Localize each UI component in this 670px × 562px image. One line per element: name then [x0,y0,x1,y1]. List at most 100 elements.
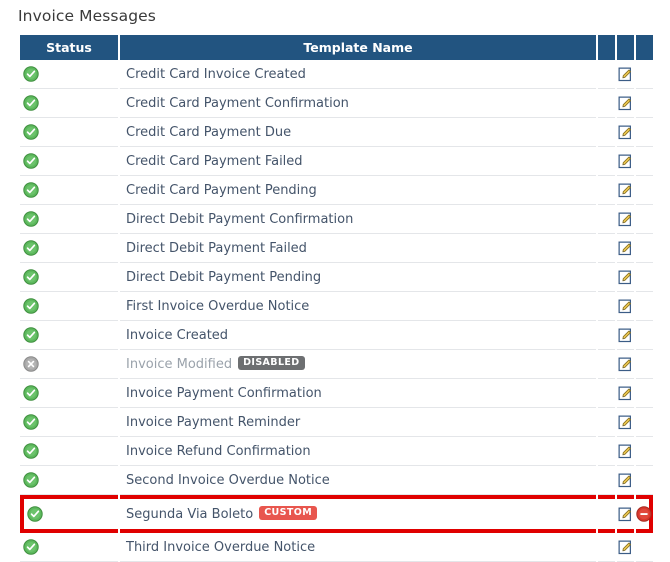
edit-action-cell[interactable] [617,118,634,147]
column-header-template-name[interactable]: Template Name [120,35,596,60]
edit-icon[interactable] [618,299,633,314]
status-cell[interactable] [20,60,118,89]
template-name-cell[interactable]: Direct Debit Payment Confirmation [120,205,596,234]
status-cell[interactable] [20,263,118,292]
edit-action-cell[interactable] [617,234,634,263]
template-name-cell[interactable]: Credit Card Payment Pending [120,176,596,205]
template-name-cell[interactable]: Invoice Modified DISABLED [120,350,596,379]
edit-icon[interactable] [618,183,633,198]
template-name-cell[interactable]: Invoice Payment Confirmation [120,379,596,408]
edit-action-cell[interactable] [617,147,634,176]
delete-action-cell [636,234,653,263]
template-name-cell[interactable]: First Invoice Overdue Notice [120,292,596,321]
column-header-status[interactable]: Status [20,35,118,60]
template-name-cell[interactable]: Credit Card Payment Confirmation [120,89,596,118]
table-row[interactable]: Invoice Refund Confirmation [20,437,653,466]
edit-icon[interactable] [618,241,633,256]
edit-action-cell[interactable] [617,263,634,292]
status-cell[interactable] [20,234,118,263]
edit-icon[interactable] [618,415,633,430]
status-cell[interactable] [20,408,118,437]
template-name-cell[interactable]: Credit Card Payment Failed [120,147,596,176]
edit-action-cell[interactable] [617,350,634,379]
table-row[interactable]: Direct Debit Payment Failed [20,234,653,263]
edit-action-cell[interactable] [617,533,634,562]
table-row[interactable]: Credit Card Invoice Created [20,60,653,89]
delete-action-cell[interactable] [636,495,653,533]
edit-action-cell[interactable] [617,379,634,408]
edit-icon[interactable] [618,96,633,111]
edit-action-cell[interactable] [617,408,634,437]
template-name-label: Credit Card Payment Due [126,124,292,140]
edit-action-cell[interactable] [617,495,634,533]
template-name-cell[interactable]: Invoice Refund Confirmation [120,437,596,466]
edit-action-cell[interactable] [617,205,634,234]
status-cell[interactable] [20,292,118,321]
spacer-cell [598,118,615,147]
edit-icon[interactable] [618,328,633,343]
template-name-cell[interactable]: Segunda Via Boleto CUSTOM [120,495,596,533]
table-row[interactable]: Invoice Created [20,321,653,350]
template-name-cell[interactable]: Direct Debit Payment Pending [120,263,596,292]
edit-icon[interactable] [618,357,633,372]
edit-icon[interactable] [618,444,633,459]
template-name-cell[interactable]: Invoice Created [120,321,596,350]
status-cell[interactable] [20,147,118,176]
edit-icon[interactable] [618,386,633,401]
template-name-cell[interactable]: Credit Card Payment Due [120,118,596,147]
edit-action-cell[interactable] [617,60,634,89]
template-name-cell[interactable]: Second Invoice Overdue Notice [120,466,596,495]
table-row[interactable]: Credit Card Payment Confirmation [20,89,653,118]
template-name-label: Direct Debit Payment Failed [126,240,307,256]
table-row[interactable]: First Invoice Overdue Notice [20,292,653,321]
spacer-cell [598,147,615,176]
status-cell[interactable] [20,379,118,408]
status-cell[interactable] [20,176,118,205]
status-cell[interactable] [20,321,118,350]
edit-icon[interactable] [618,473,633,488]
table-row[interactable]: Invoice Payment Confirmation [20,379,653,408]
status-cell[interactable] [20,205,118,234]
table-row[interactable]: Invoice Modified DISABLED [20,350,653,379]
check-circle-icon [23,240,39,256]
edit-icon[interactable] [618,67,633,82]
spacer-cell [598,408,615,437]
template-name-cell[interactable]: Direct Debit Payment Failed [120,234,596,263]
status-cell[interactable] [20,89,118,118]
edit-icon[interactable] [618,270,633,285]
status-cell[interactable] [20,118,118,147]
edit-action-cell[interactable] [617,466,634,495]
table-row[interactable]: Credit Card Payment Pending [20,176,653,205]
edit-action-cell[interactable] [617,89,634,118]
template-name-label: Segunda Via Boleto [126,506,254,522]
status-cell[interactable] [20,437,118,466]
template-name-label: Second Invoice Overdue Notice [126,472,330,488]
table-row[interactable]: Credit Card Payment Due [20,118,653,147]
delete-icon[interactable] [636,506,652,522]
template-name-cell[interactable]: Third Invoice Overdue Notice [120,533,596,562]
table-row[interactable]: Segunda Via Boleto CUSTOM [20,495,653,533]
edit-action-cell[interactable] [617,176,634,205]
template-name-cell[interactable]: Invoice Payment Reminder [120,408,596,437]
status-cell[interactable] [20,466,118,495]
edit-action-cell[interactable] [617,437,634,466]
table-row[interactable]: Third Invoice Overdue Notice [20,533,653,562]
table-row[interactable]: Invoice Payment Reminder [20,408,653,437]
status-cell[interactable] [20,533,118,562]
edit-action-cell[interactable] [617,292,634,321]
edit-icon[interactable] [618,154,633,169]
edit-action-cell[interactable] [617,321,634,350]
column-header-spacer-1 [598,35,615,60]
template-name-cell[interactable]: Credit Card Invoice Created [120,60,596,89]
table-row[interactable]: Second Invoice Overdue Notice [20,466,653,495]
edit-icon[interactable] [618,507,633,522]
status-cell[interactable] [20,350,118,379]
table-row[interactable]: Direct Debit Payment Confirmation [20,205,653,234]
table-row[interactable]: Direct Debit Payment Pending [20,263,653,292]
spacer-cell [598,466,615,495]
edit-icon[interactable] [618,212,633,227]
edit-icon[interactable] [618,125,633,140]
table-row[interactable]: Credit Card Payment Failed [20,147,653,176]
status-cell[interactable] [20,495,118,533]
edit-icon[interactable] [618,540,633,555]
